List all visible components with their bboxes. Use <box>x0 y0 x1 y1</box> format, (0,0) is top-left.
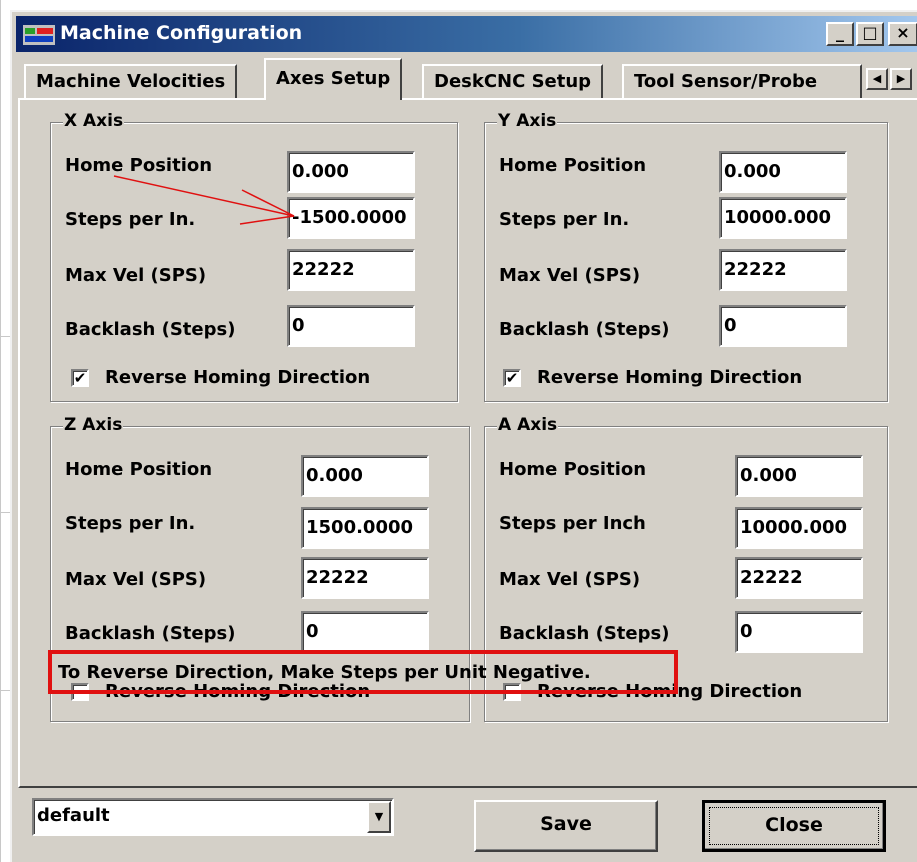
z-axis-title: Z Axis <box>63 415 124 435</box>
a-backlash-label: Backlash (Steps) <box>499 623 670 644</box>
y-home-position-label: Home Position <box>499 155 647 176</box>
x-steps-per-in-field[interactable]: -1500.0000 <box>287 197 415 239</box>
tab-deskcnc-setup[interactable]: DeskCNC Setup <box>422 64 604 98</box>
tab-strip: Machine Velocities Axes Setup DeskCNC Se… <box>18 56 917 100</box>
profile-select-value: default <box>37 805 110 826</box>
z-max-vel-field[interactable]: 22222 <box>301 557 429 599</box>
x-axis-title: X Axis <box>63 111 125 131</box>
background-gridline <box>0 512 10 513</box>
y-backlash-field[interactable]: 0 <box>719 305 847 347</box>
z-steps-per-in-label: Steps per In. <box>65 513 196 534</box>
y-max-vel-label: Max Vel (SPS) <box>499 265 641 286</box>
reverse-direction-note: To Reverse Direction, Make Steps per Uni… <box>48 650 678 694</box>
window-title: Machine Configuration <box>60 22 303 44</box>
save-button[interactable]: Save <box>474 800 658 852</box>
x-reverse-homing-checkbox[interactable]: ✔ <box>71 369 89 387</box>
title-bar[interactable]: Machine Configuration _ □ × <box>16 16 917 52</box>
x-axis-group: X Axis Home Position 0.000 Steps per In.… <box>50 111 458 402</box>
tab-scroll-left-button[interactable]: ◀ <box>866 68 888 90</box>
a-max-vel-field[interactable]: 22222 <box>735 557 863 599</box>
x-backlash-field[interactable]: 0 <box>287 305 415 347</box>
x-max-vel-label: Max Vel (SPS) <box>65 265 207 286</box>
a-home-position-field[interactable]: 0.000 <box>735 455 863 497</box>
tab-tool-sensor-probe[interactable]: Tool Sensor/Probe <box>622 64 862 98</box>
y-home-position-field[interactable]: 0.000 <box>719 151 847 193</box>
y-reverse-homing-label[interactable]: Reverse Homing Direction <box>537 367 802 388</box>
checkmark-icon: ✔ <box>505 369 519 387</box>
tab-scroll-right-button[interactable]: ▶ <box>890 68 912 90</box>
x-backlash-label: Backlash (Steps) <box>65 319 236 340</box>
maximize-button[interactable]: □ <box>856 22 884 46</box>
a-steps-per-inch-label: Steps per Inch <box>499 513 646 534</box>
save-button-label: Save <box>540 813 592 835</box>
close-window-button[interactable]: × <box>888 22 917 46</box>
background-gridline <box>0 0 1 862</box>
minimize-button[interactable]: _ <box>826 22 854 46</box>
y-steps-per-in-label: Steps per In. <box>499 209 630 230</box>
a-max-vel-label: Max Vel (SPS) <box>499 569 641 590</box>
profile-select[interactable]: default ▼ <box>32 798 394 836</box>
a-steps-per-inch-field[interactable]: 10000.000 <box>735 507 863 549</box>
tab-machine-velocities[interactable]: Machine Velocities <box>24 64 238 98</box>
z-max-vel-label: Max Vel (SPS) <box>65 569 207 590</box>
y-axis-title: Y Axis <box>497 111 558 131</box>
a-axis-title: A Axis <box>497 415 559 435</box>
z-home-position-label: Home Position <box>65 459 213 480</box>
y-steps-per-in-field[interactable]: 10000.000 <box>719 197 847 239</box>
y-axis-group: Y Axis Home Position 0.000 Steps per In.… <box>484 111 888 402</box>
y-backlash-label: Backlash (Steps) <box>499 319 670 340</box>
background-gridline <box>0 690 10 691</box>
y-reverse-homing-checkbox[interactable]: ✔ <box>503 369 521 387</box>
a-backlash-field[interactable]: 0 <box>735 611 863 653</box>
x-home-position-field[interactable]: 0.000 <box>287 151 415 193</box>
dropdown-arrow-icon[interactable]: ▼ <box>367 801 391 833</box>
z-backlash-label: Backlash (Steps) <box>65 623 236 644</box>
y-max-vel-field[interactable]: 22222 <box>719 249 847 291</box>
a-home-position-label: Home Position <box>499 459 647 480</box>
z-steps-per-in-field[interactable]: 1500.0000 <box>301 507 429 549</box>
tab-axes-setup[interactable]: Axes Setup <box>264 58 403 100</box>
x-max-vel-field[interactable]: 22222 <box>287 249 415 291</box>
focus-rectangle <box>709 807 879 845</box>
x-reverse-homing-label[interactable]: Reverse Homing Direction <box>105 367 370 388</box>
background-gridline <box>0 336 10 337</box>
z-backlash-field[interactable]: 0 <box>301 611 429 653</box>
z-home-position-field[interactable]: 0.000 <box>301 455 429 497</box>
annotation-arrow-icon <box>113 175 295 225</box>
close-button[interactable]: Close <box>702 800 886 852</box>
checkmark-icon: ✔ <box>73 369 87 387</box>
app-icon <box>23 25 55 45</box>
machine-configuration-window: Machine Configuration _ □ × Machine Velo… <box>10 10 917 862</box>
